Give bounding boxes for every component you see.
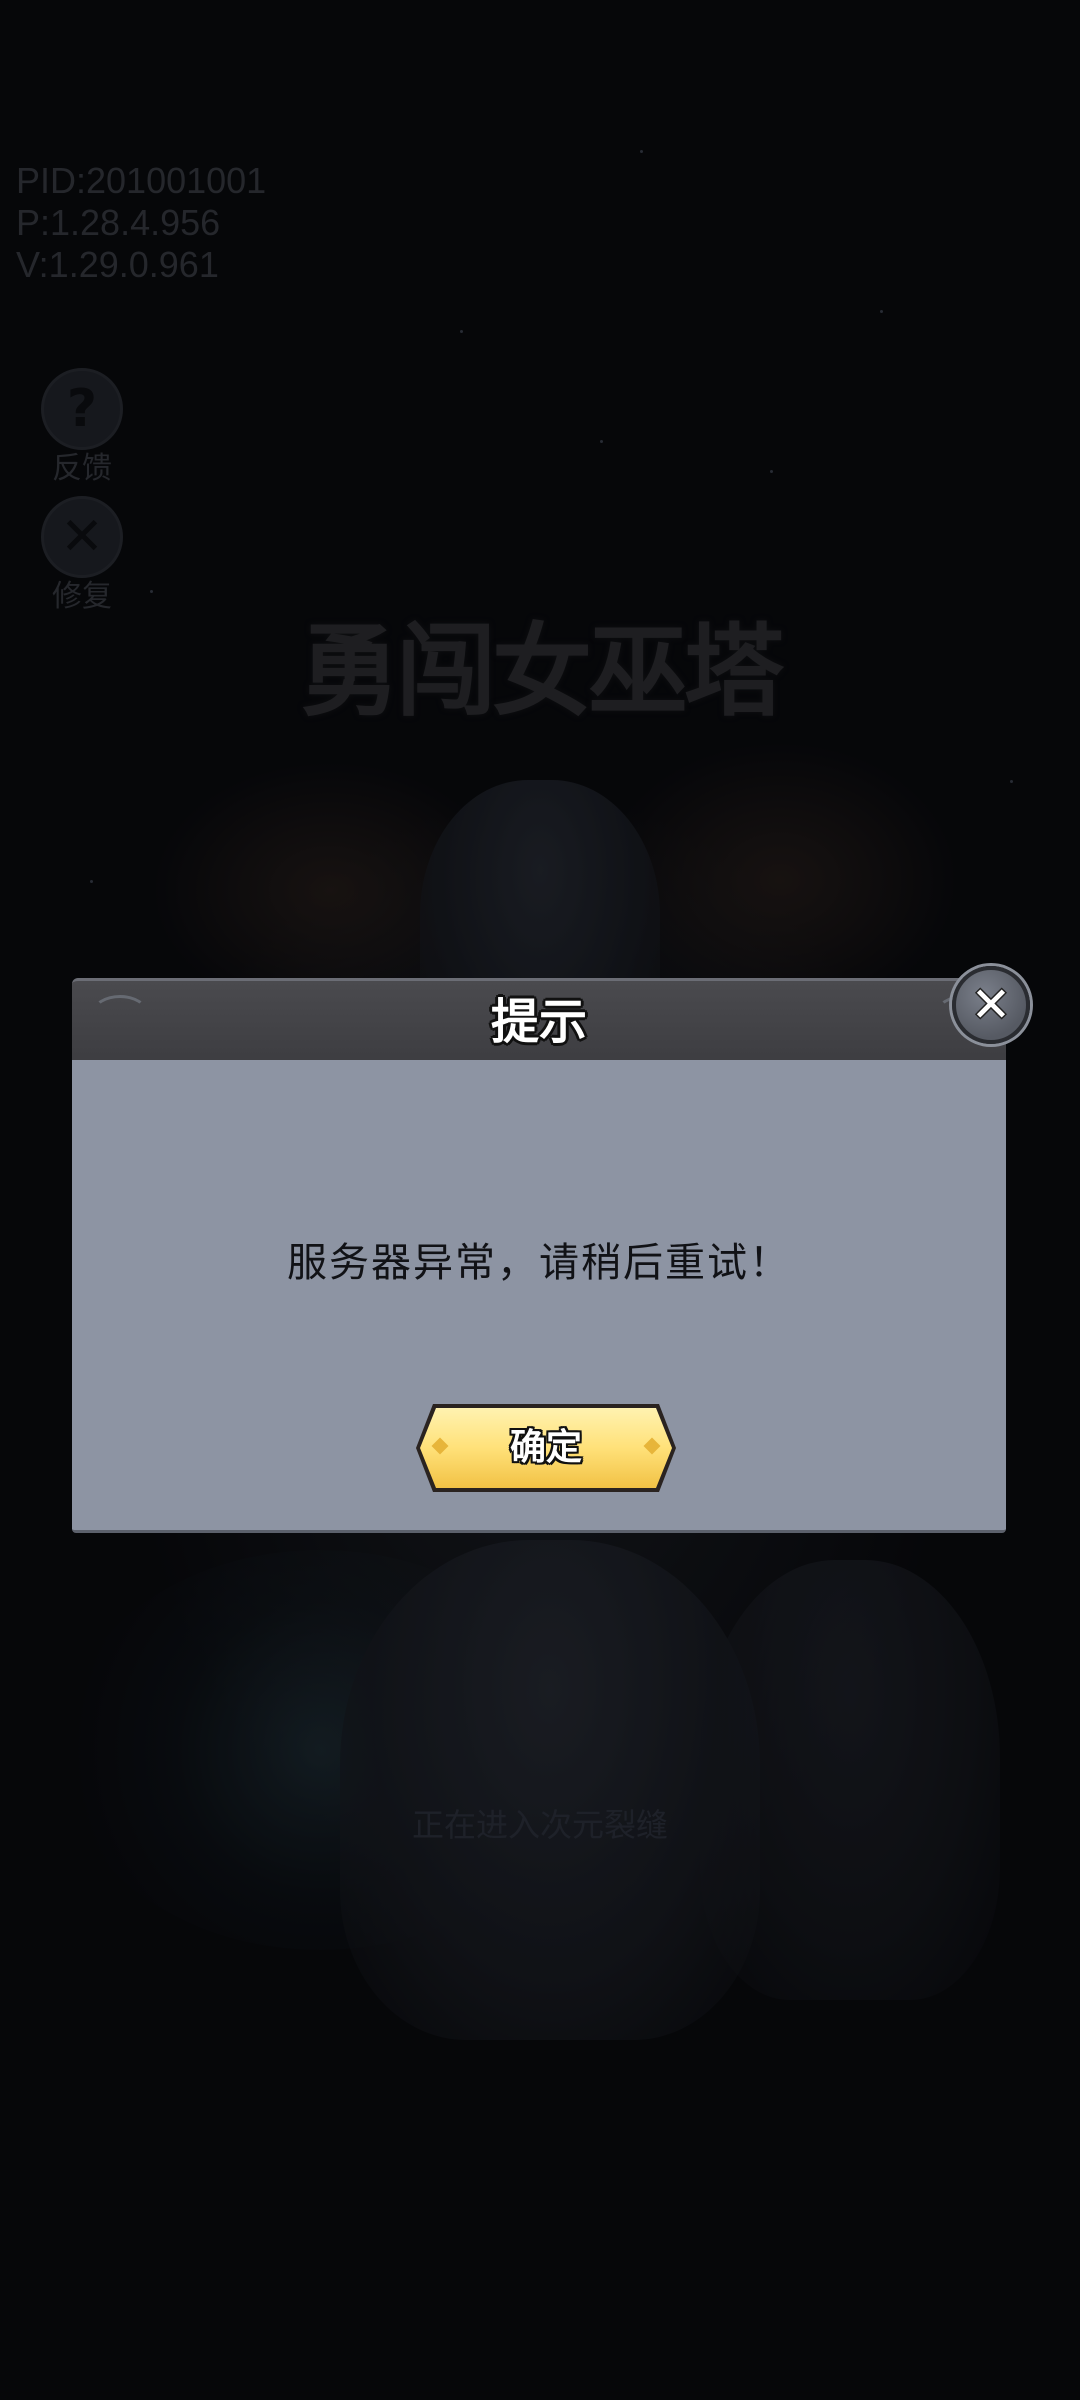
close-button[interactable]: ✕: [952, 966, 1030, 1044]
close-icon: ✕: [970, 977, 1012, 1033]
dialog-message: 服务器异常，请稍后重试！: [287, 1240, 791, 1286]
game-background: 勇闯女巫塔 正在进入次元裂缝 PID:201001001 P:1.28.4.95…: [0, 0, 1080, 2400]
confirm-label: 确定: [509, 1427, 582, 1468]
dialog-body: 服务器异常，请稍后重试！ 确定: [72, 1060, 1006, 1533]
confirm-button[interactable]: 确定: [416, 1404, 676, 1492]
alert-dialog: 提示 服务器异常，请稍后重试！ 确定: [72, 978, 1006, 1554]
dialog-title: 提示: [490, 994, 587, 1050]
dialog-header: 提示: [72, 978, 1006, 1063]
